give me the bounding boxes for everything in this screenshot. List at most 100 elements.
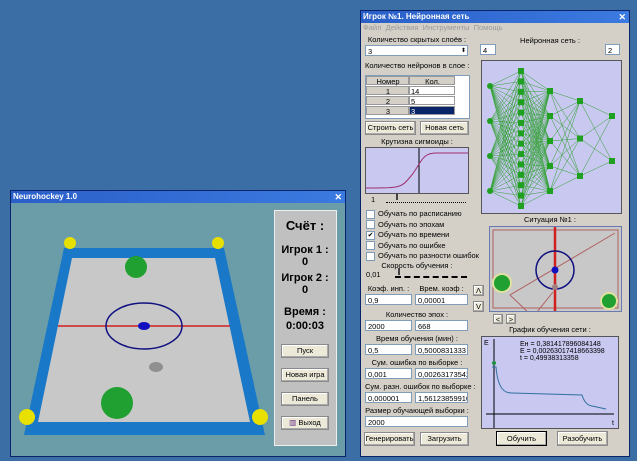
table-row-neurons[interactable]: 3: [409, 106, 455, 116]
load-button[interactable]: Загрузить: [420, 432, 469, 446]
table-row-layer[interactable]: 3: [366, 106, 409, 116]
corner-post: [19, 409, 35, 425]
mallet-right: [600, 292, 618, 310]
epochs-field[interactable]: 2000: [365, 320, 412, 331]
neuron: [518, 99, 524, 106]
connection: [549, 138, 581, 167]
generate-button[interactable]: Генерировать: [364, 432, 415, 446]
connection: [549, 138, 581, 142]
sigmoid-value: 1: [371, 195, 376, 204]
current-point: [492, 361, 496, 365]
neuron: [518, 203, 524, 209]
checkbox-label: Обучать по разности ошибок: [378, 251, 479, 260]
error-label: Сум. ошибка по выборке :: [371, 358, 463, 367]
momentum-field[interactable]: 0,9: [365, 294, 412, 305]
checkbox-option[interactable]: Обучать по разности ошибок: [366, 251, 486, 261]
menu-file[interactable]: Файл: [363, 23, 381, 32]
checkbox-label: Обучать по ошибке: [378, 240, 446, 250]
train-button[interactable]: Обучить: [496, 431, 547, 446]
new-game-button[interactable]: Новая игра: [281, 368, 329, 382]
checkbox[interactable]: ✔: [366, 230, 375, 240]
time-coef-field[interactable]: 0,00001: [415, 294, 468, 305]
checkbox-option[interactable]: Обучать по эпохам: [366, 220, 486, 230]
menu-tools[interactable]: Инструменты: [423, 23, 470, 32]
table-header[interactable]: Номер слоя: [366, 76, 409, 95]
exit-label: Выход: [298, 418, 321, 427]
sigmoid-slider[interactable]: [386, 193, 466, 203]
hidden-layers-label: Количество скрытых слоёв :: [367, 35, 467, 44]
neuron: [518, 171, 524, 178]
stat-e: E = 0,00263017418663398: [520, 348, 605, 355]
network-diagram: [481, 60, 622, 214]
sample-label: Размер обучающей выборки :: [365, 406, 469, 415]
hidden-layers-spinbox[interactable]: 3 ⬍: [365, 45, 468, 56]
neuron: [609, 113, 615, 119]
connection: [579, 115, 613, 177]
connection: [579, 100, 613, 162]
neuron: [518, 182, 524, 189]
table-header[interactable]: Кол. нейронов: [409, 76, 455, 95]
new-network-button[interactable]: Новая сеть: [420, 121, 469, 135]
sigmoid-curve: [366, 152, 468, 189]
start-button[interactable]: Пуск: [281, 344, 329, 358]
sample-field[interactable]: 2000: [365, 416, 468, 427]
slider-thumb[interactable]: [396, 193, 398, 200]
checkbox[interactable]: [366, 209, 375, 219]
epochs-current: 668: [415, 320, 468, 331]
mallet-left: [492, 273, 512, 293]
checkbox[interactable]: [366, 220, 375, 230]
menu-actions[interactable]: Действия: [386, 23, 419, 32]
neuron: [547, 188, 553, 194]
checkbox-option[interactable]: Обучать по ошибке: [366, 241, 486, 251]
prev-situation-button[interactable]: <: [493, 314, 503, 324]
checkbox[interactable]: [366, 241, 375, 251]
checkbox-option[interactable]: Обучать по расписанию: [366, 209, 486, 219]
checkbox-option[interactable]: ✔ Обучать по времени: [366, 230, 486, 240]
spin-arrows-icon[interactable]: ⬍: [461, 46, 466, 55]
neuron: [547, 88, 553, 94]
training-graph: E t Ен = 0,381417896084148 E = 0,0026301…: [481, 336, 619, 429]
neuron: [487, 83, 493, 89]
build-network-button[interactable]: Строить сеть: [365, 121, 416, 135]
center-dot: [138, 322, 150, 330]
player1-label: Игрок 1 :: [281, 244, 329, 256]
table-row-neurons[interactable]: 5: [409, 96, 455, 106]
player2-label: Игрок 2 :: [281, 272, 329, 284]
menu-help[interactable]: Помощь: [474, 23, 503, 32]
outputs-count-field[interactable]: 2: [605, 44, 620, 55]
neuron: [487, 188, 493, 194]
close-icon[interactable]: ✕: [618, 11, 626, 23]
checkbox[interactable]: [366, 251, 375, 261]
ball: [552, 284, 558, 290]
table-row-neurons[interactable]: 14: [409, 86, 455, 96]
time-coef-label: Врем. коэф :: [419, 284, 464, 293]
untrain-button[interactable]: Разобучить: [557, 431, 608, 446]
next-situation-button[interactable]: >: [506, 314, 516, 324]
learning-rate-slider[interactable]: [395, 268, 467, 278]
graph-label: График обучения сети :: [509, 325, 591, 334]
neuron: [547, 113, 553, 119]
slider-thumb[interactable]: [398, 268, 400, 275]
table-row-layer[interactable]: 2: [366, 96, 409, 106]
time-label: Время :: [284, 306, 326, 318]
checkbox-label: Обучать по времени: [378, 230, 450, 239]
score-title: Счёт :: [285, 218, 325, 233]
diff-field[interactable]: 0,000001: [365, 392, 412, 403]
exit-button[interactable]: ▥ Выход: [281, 416, 329, 430]
table-row-layer[interactable]: 1: [366, 86, 409, 96]
situation-field: [489, 226, 622, 312]
down-button[interactable]: V: [473, 301, 484, 312]
nn-title: Игрок №1. Нейронная сеть: [363, 12, 470, 21]
connection: [549, 100, 581, 167]
nn-title-bar[interactable]: Игрок №1. Нейронная сеть ✕: [361, 11, 629, 23]
error-current: 0,002631735425: [415, 368, 468, 379]
neuron: [487, 153, 493, 159]
door-icon: ▥: [289, 418, 297, 427]
neuron: [547, 163, 553, 169]
up-button[interactable]: Λ: [473, 285, 484, 296]
checkbox-label: Обучать по эпохам: [378, 219, 445, 229]
panel-button[interactable]: Панель: [281, 392, 329, 406]
inputs-count-field[interactable]: 4: [480, 44, 496, 55]
error-field[interactable]: 0,001: [365, 368, 412, 379]
time-field[interactable]: 0,5: [365, 344, 412, 355]
